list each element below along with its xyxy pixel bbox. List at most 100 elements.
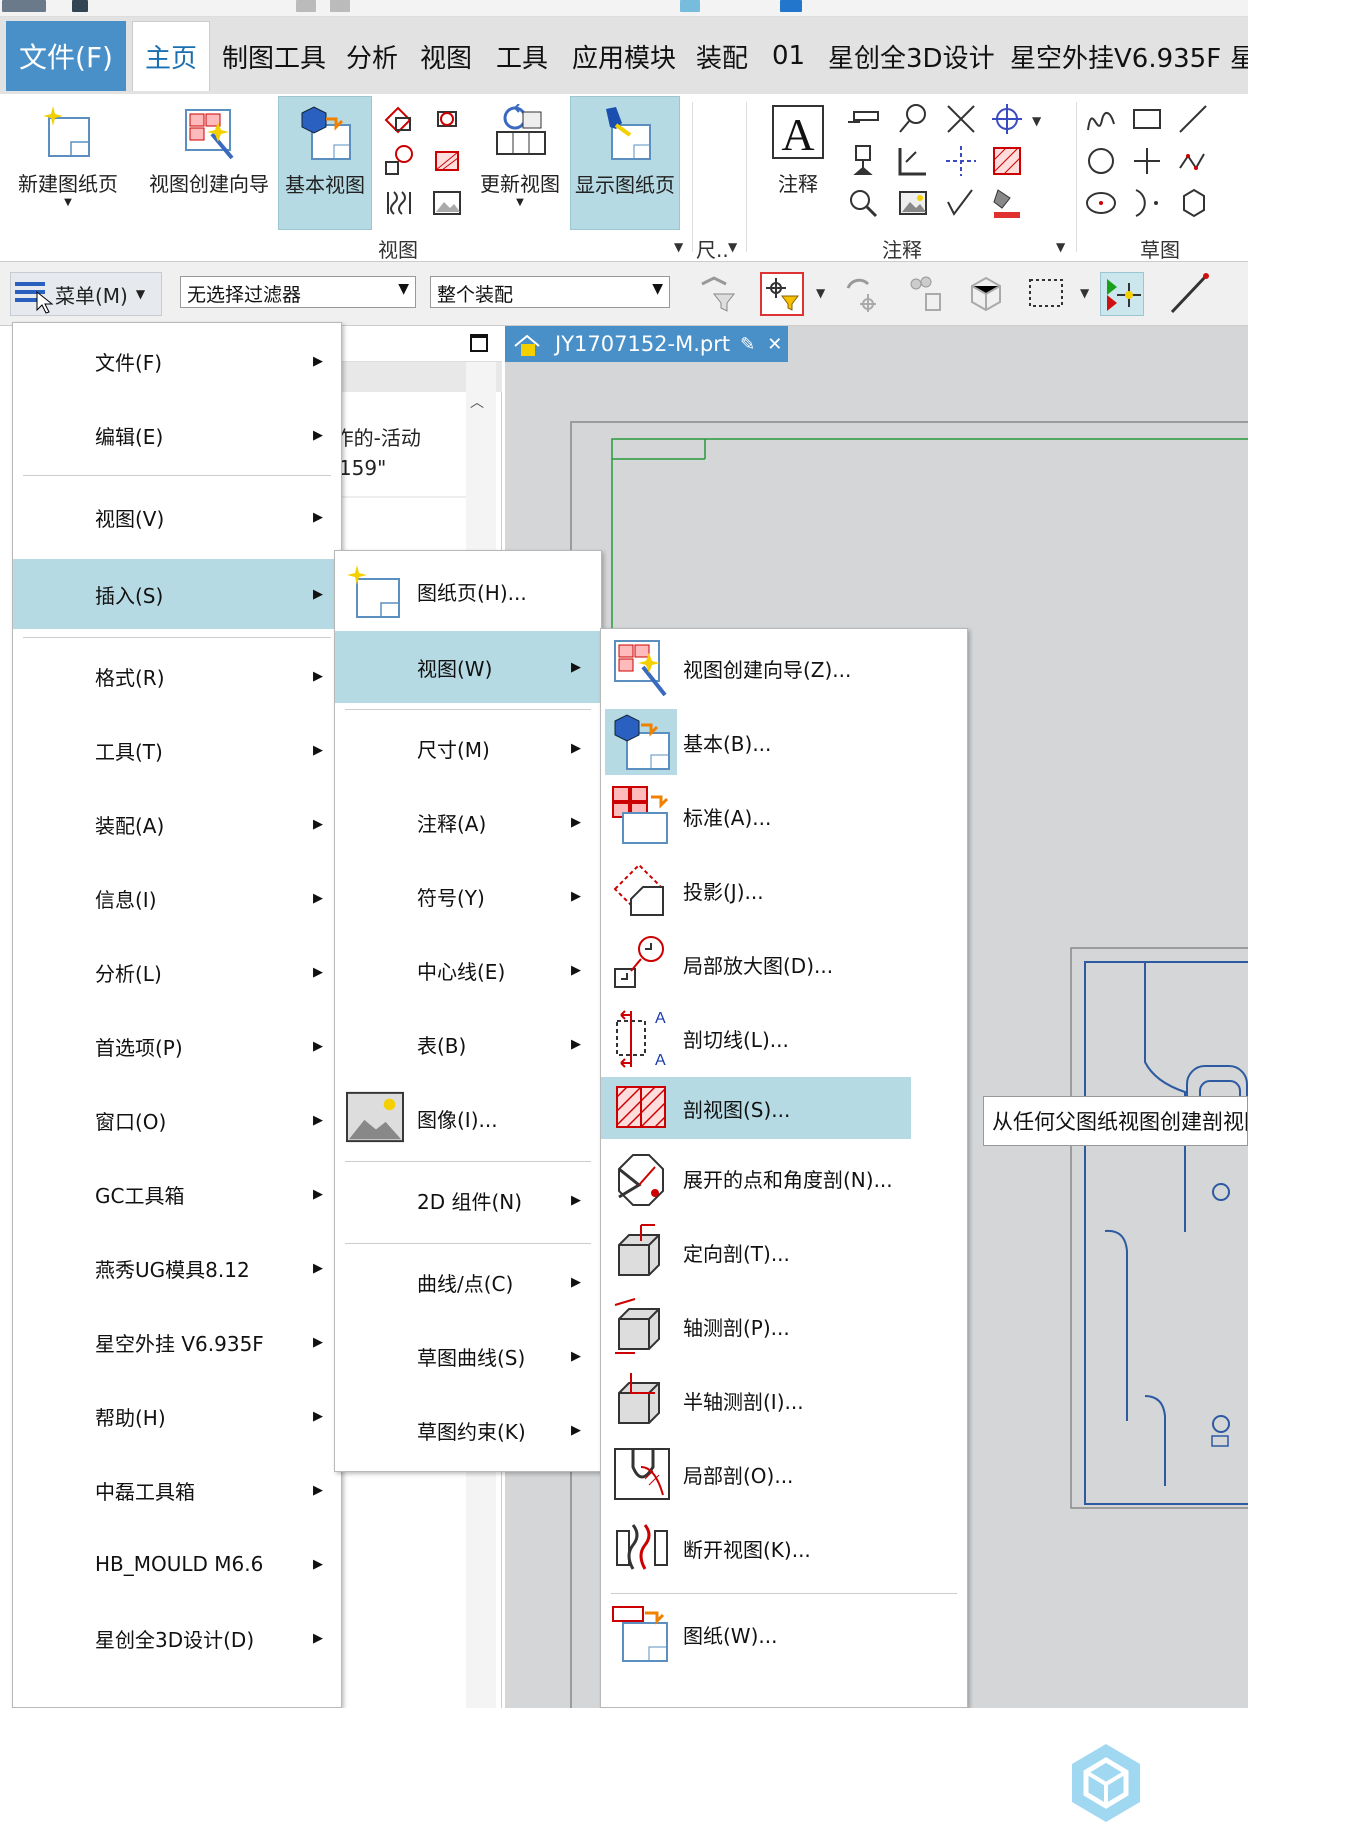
type-filter-icon[interactable] [760,272,804,316]
menu-item-sketch-curve[interactable]: 草图曲线(S) ▶ [335,1321,601,1391]
rectangle-select-icon[interactable] [1024,272,1068,316]
tab-application[interactable]: 应用模块 [572,21,676,91]
maximize-icon[interactable] [470,334,488,352]
filter-reset-icon[interactable] [696,272,740,316]
dropdown-arrow-icon[interactable]: ▼ [816,286,825,300]
menu-item-view-creation-wizard[interactable]: 视图创建向导(Z)... [601,633,967,703]
menu-item-dimension[interactable]: 尺寸(M) ▶ [335,713,601,783]
menu-item-projected-view[interactable]: 投影(J)... [601,855,967,925]
hatch-icon[interactable] [990,144,1024,178]
selection-filter-combo[interactable]: 无选择过滤器 ▼ [180,276,416,308]
show-sheet-button[interactable]: 显示图纸页 [570,96,680,230]
spline-icon[interactable] [1084,102,1118,136]
menu-item-base-view[interactable]: 基本(B)... [601,707,967,777]
section-view-icon[interactable] [430,144,464,178]
scroll-up-icon[interactable]: ︿ [470,392,484,412]
tab-xingkong-plugin[interactable]: 星空外挂V6.935F [1010,21,1221,91]
menu-item-break-out-section[interactable]: 局部剖(O)... [601,1439,967,1509]
ellipse-icon[interactable] [1084,186,1118,220]
paint-bucket-icon[interactable] [990,186,1024,220]
qat-icon[interactable] [780,0,802,12]
tab-tools[interactable]: 工具 [496,21,548,91]
zoom-icon[interactable] [846,186,880,220]
menu-item-section-view[interactable]: 剖视图(S)... [601,1077,911,1139]
menu-item-tools[interactable]: 工具(T) ▶ [13,715,341,785]
menu-item-unfolded-section[interactable]: 展开的点和角度剖(N)... [601,1143,967,1213]
menu-item-help[interactable]: 帮助(H) ▶ [13,1381,341,1451]
document-tab[interactable]: JY1707152-M.prt ✎ ✕ [505,326,788,362]
intersection-symbol-icon[interactable] [944,144,978,178]
menu-item-drawing-sheet[interactable]: 图纸页(H)... [335,557,601,625]
menu-item-table[interactable]: 表(B) ▶ [335,1009,601,1079]
menu-item-format[interactable]: 格式(R) ▶ [13,641,341,711]
studio-spline-icon[interactable] [1176,144,1210,178]
menu-item-2d-component[interactable]: 2D 组件(N) ▶ [335,1165,601,1235]
dropdown-arrow-icon[interactable]: ▼ [1080,286,1089,300]
tab-view[interactable]: 视图 [420,21,472,91]
surface-finish-icon[interactable] [896,144,930,178]
menu-item-break-view[interactable]: 断开视图(K)... [601,1513,967,1583]
cross-icon[interactable] [944,102,978,136]
menu-item-oriented-section[interactable]: 定向剖(T)... [601,1217,967,1287]
menu-item-curve-point[interactable]: 曲线/点(C) ▶ [335,1247,601,1317]
base-view-button[interactable]: 基本视图 [278,96,372,230]
balloon-icon[interactable] [896,102,930,136]
detail-view-icon[interactable] [430,102,464,136]
menu-item-insert[interactable]: 插入(S) ▶ [13,559,341,629]
save-icon[interactable] [72,0,88,12]
note-button[interactable]: A 注释 [756,96,840,226]
scope-combo[interactable]: 整个装配 ▼ [430,276,670,308]
menu-item-axonometric-section[interactable]: 轴测剖(P)... [601,1291,967,1361]
assembly-nodes-icon[interactable] [902,272,946,316]
group-dropdown-arrow-icon[interactable]: ▼ [728,240,737,254]
menu-item-gc-toolkit[interactable]: GC工具箱 ▶ [13,1159,341,1229]
break-view-icon[interactable] [382,186,416,220]
image-view-icon[interactable] [430,186,464,220]
menu-item-window[interactable]: 窗口(O) ▶ [13,1085,341,1155]
menu-item-annotation[interactable]: 注释(A) ▶ [335,787,601,857]
menu-item-xingchuang-3d[interactable]: 星创全3D设计(D) ▶ [13,1603,341,1673]
qat-icon[interactable] [680,0,700,12]
target-point-icon[interactable] [990,102,1024,136]
snap-point-icon[interactable] [1100,272,1144,316]
menu-item-centerline[interactable]: 中心线(E) ▶ [335,935,601,1005]
tab-01[interactable]: 01 [772,21,805,91]
menu-item-information[interactable]: 信息(I) ▶ [13,863,341,933]
menu-button[interactable]: 菜单(M) ▼ [10,272,162,316]
projected-view-icon[interactable] [382,102,416,136]
menu-item-hb-mould[interactable]: HB_MOULD M6.6 ▶ [13,1529,341,1599]
menu-item-standard-view[interactable]: 标准(A)... [601,781,967,851]
menu-item-symbol[interactable]: 符号(Y) ▶ [335,861,601,931]
arc-icon[interactable] [1130,186,1164,220]
rectangle-icon[interactable] [1130,102,1164,136]
menu-item-edit[interactable]: 编辑(E) ▶ [13,403,341,467]
qat-icon[interactable] [296,0,316,12]
menu-item-file[interactable]: 文件(F) ▶ [13,329,341,393]
menu-item-drawing[interactable]: 图纸(W)... [601,1599,967,1669]
dropdown-arrow-icon[interactable]: ▼ [1032,114,1041,128]
view-creation-wizard-button[interactable]: 视图创建向导 [144,96,274,226]
file-tab[interactable]: 文件(F) [6,21,126,91]
menu-item-view[interactable]: 视图(V) ▶ [13,485,341,549]
tab-more[interactable]: 星 [1230,21,1248,91]
snap-rotate-icon[interactable] [840,272,884,316]
menu-item-yanxiu-mould[interactable]: 燕秀UG模具8.12 ▶ [13,1233,341,1303]
tab-home[interactable]: 主页 [132,21,211,91]
menu-item-image[interactable]: 图像(I)... [335,1083,601,1153]
line-tool-icon[interactable] [1166,272,1210,316]
menu-item-zhonglei-toolkit[interactable]: 中磊工具箱 ▶ [13,1455,341,1525]
point-icon[interactable] [1130,144,1164,178]
feature-control-frame-icon[interactable] [846,102,880,136]
group-dropdown-arrow-icon[interactable]: ▼ [674,240,683,254]
line-icon[interactable] [1176,102,1210,136]
tab-xingchuang-3d[interactable]: 星创全3D设计 [828,21,995,91]
qat-icon[interactable] [330,0,350,12]
group-dropdown-arrow-icon[interactable]: ▼ [1056,240,1065,254]
tab-drafting-tools[interactable]: 制图工具 [222,21,326,91]
menu-item-sketch-constraint[interactable]: 草图约束(K) ▶ [335,1395,601,1465]
menu-item-section-line[interactable]: AA 剖切线(L)... [601,1003,967,1073]
menu-item-xingkong-plugin[interactable]: 星空外挂 V6.935F ▶ [13,1307,341,1377]
update-view-button[interactable]: 更新视图 ▼ [476,96,564,226]
new-sheet-button[interactable]: 新建图纸页 ▼ [8,96,128,226]
polygon-icon[interactable] [1176,186,1210,220]
